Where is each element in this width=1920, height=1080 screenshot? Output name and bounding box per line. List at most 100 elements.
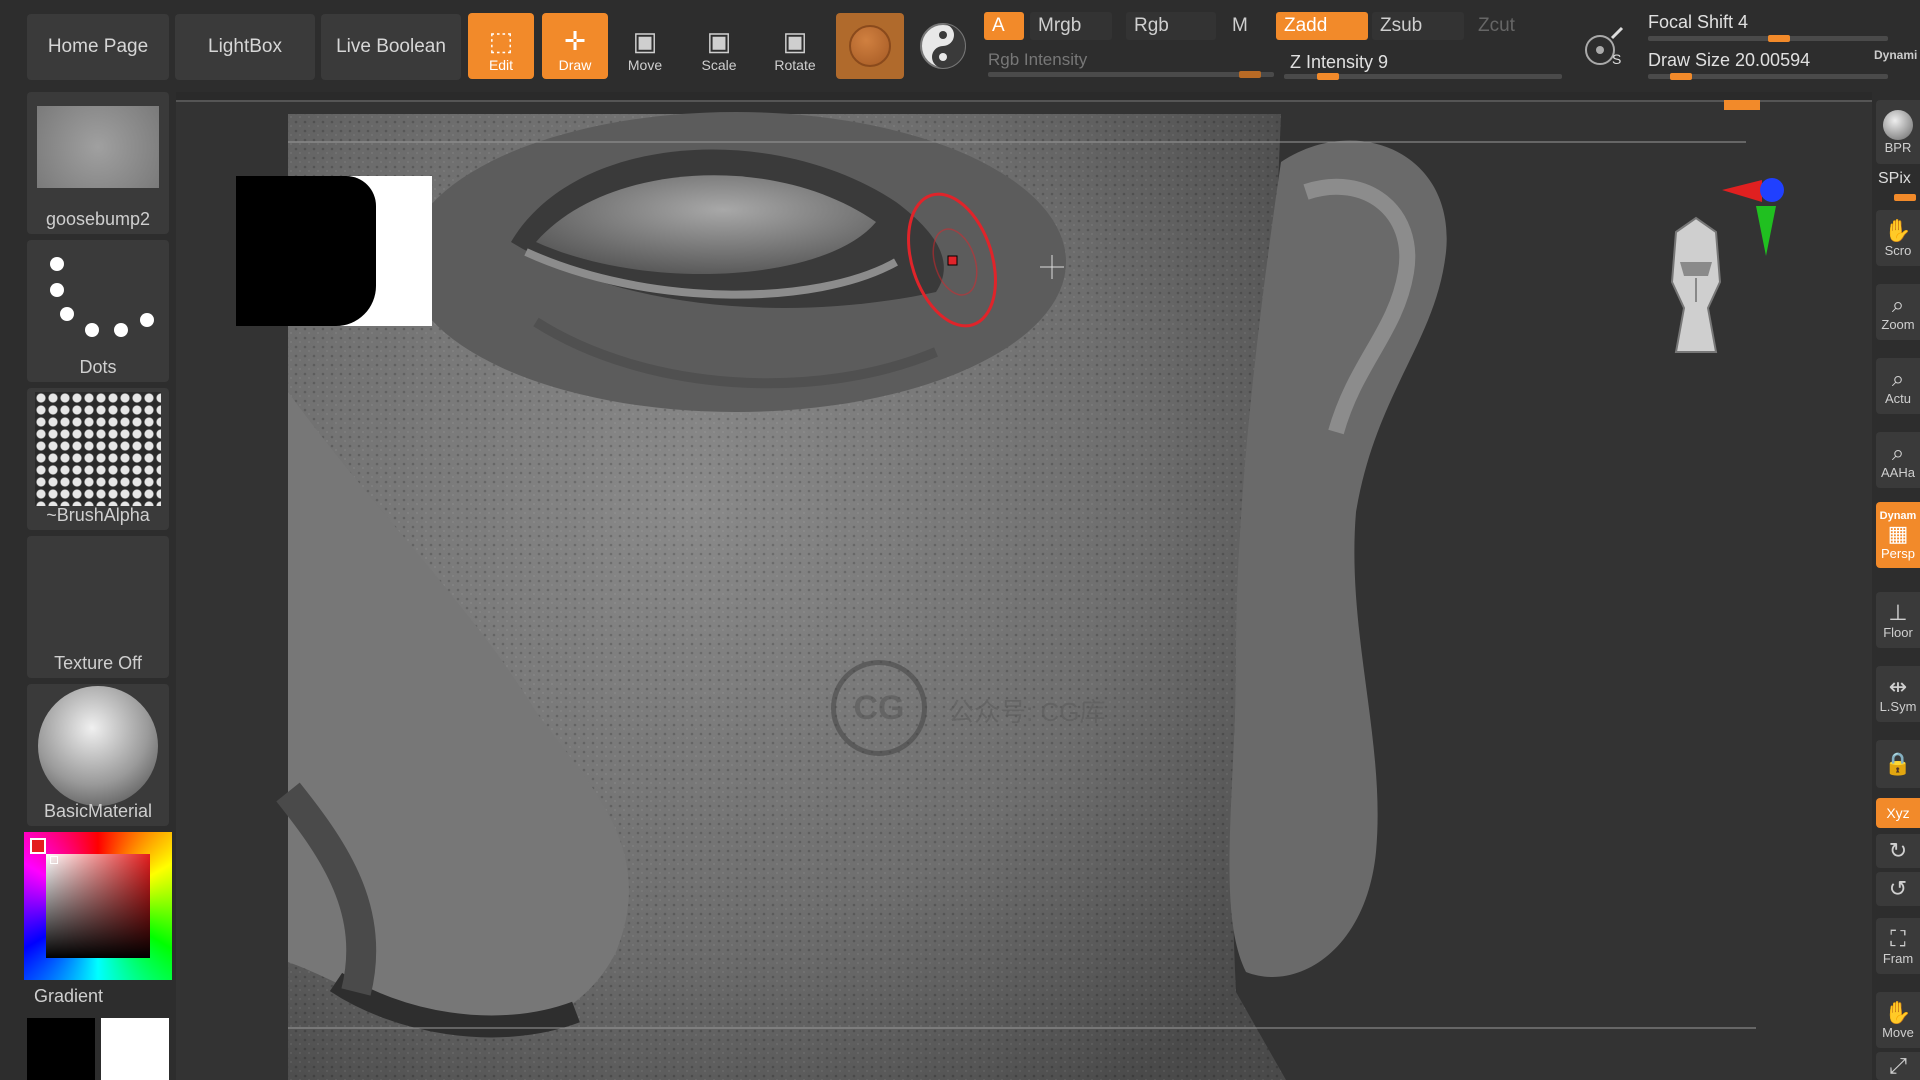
live-boolean-label: Live Boolean <box>336 36 446 57</box>
texture-selector[interactable]: Texture Off <box>27 536 169 678</box>
color-hue-marker <box>30 838 46 854</box>
sculpt-mode-button[interactable] <box>910 13 976 79</box>
home-page-label: Home Page <box>47 36 149 57</box>
z-rotate-button[interactable]: ↺ <box>1876 872 1920 906</box>
mrgb-toggle[interactable]: Mrgb <box>1030 12 1112 40</box>
perspective-grid-icon: ▦ <box>1887 520 1909 546</box>
secondary-color-swatch[interactable] <box>27 1018 95 1080</box>
aahalf-label: AAHa <box>1881 464 1915 480</box>
zsub-label: Zsub <box>1380 15 1423 36</box>
focal-shift-slider[interactable]: Focal Shift 4 <box>1648 8 1888 44</box>
y-rotate-button[interactable]: ↻ <box>1876 834 1920 868</box>
local-symmetry-button[interactable]: ⇹ L.Sym <box>1876 666 1920 722</box>
move-button[interactable]: ▣ Move <box>612 13 678 79</box>
gyro-lock-button[interactable]: 🔒 <box>1876 740 1920 788</box>
bpr-button[interactable]: BPR <box>1876 100 1920 164</box>
draw-size-knob[interactable] <box>1670 73 1692 80</box>
perspective-button[interactable]: Dynam ▦ Persp <box>1876 502 1920 568</box>
live-boolean-button[interactable]: Live Boolean <box>321 14 461 80</box>
m-toggle[interactable]: M <box>1224 12 1264 40</box>
color-field[interactable] <box>46 854 150 958</box>
floor-button[interactable]: ⊥ Floor <box>1876 592 1920 648</box>
mrgb-label: Mrgb <box>1038 15 1082 36</box>
color-picker[interactable] <box>24 832 172 980</box>
zoom-label: Zoom <box>1881 316 1915 332</box>
frame-button[interactable]: ⛶ Fram <box>1876 918 1920 974</box>
rotate-button[interactable]: ▣ Rotate <box>762 13 828 79</box>
edit-button[interactable]: ⬚ Edit <box>468 13 534 79</box>
lsym-label: L.Sym <box>1879 698 1917 714</box>
brush-selector[interactable]: goosebump2 <box>27 92 169 234</box>
brush-center-point <box>947 255 958 266</box>
scale-view-button[interactable]: ⤢ <box>1876 1052 1920 1080</box>
alpha-selector[interactable]: ~BrushAlpha <box>27 388 169 530</box>
alpha-preview-black <box>236 176 376 326</box>
material-selector[interactable]: BasicMaterial <box>27 684 169 826</box>
zadd-toggle[interactable]: Zadd <box>1276 12 1368 40</box>
z-intensity-label: Z Intensity 9 <box>1290 52 1389 72</box>
dynamic-persp-label: Dynam <box>1879 509 1917 522</box>
draw-button[interactable]: ✛ Draw <box>542 13 608 79</box>
alpha-preview <box>236 176 432 326</box>
rotate-label: Rotate <box>774 57 816 73</box>
magnifier-aahalf-icon: ⌕ <box>1891 439 1905 465</box>
material-label: BasicMaterial <box>43 801 153 821</box>
home-page-button[interactable]: Home Page <box>27 14 169 80</box>
lock-icon: 🔒 <box>1884 751 1912 776</box>
z-intensity-knob[interactable] <box>1317 73 1339 80</box>
rgb-intensity-track <box>988 72 1274 77</box>
frame-icon: ⛶ <box>1890 925 1906 951</box>
rgb-intensity-slider[interactable]: Rgb Intensity <box>988 48 1274 78</box>
move-hand-icon: ✋ <box>1884 999 1912 1025</box>
rotate-y-icon: ↻ <box>1888 838 1908 863</box>
zadd-label: Zadd <box>1284 15 1328 36</box>
rgb-intensity-label: Rgb Intensity <box>988 50 1088 69</box>
focal-shift-knob[interactable] <box>1768 35 1790 42</box>
draw-label: Draw <box>558 57 592 73</box>
move-view-button[interactable]: ✋ Move <box>1876 992 1920 1048</box>
stroke-selector[interactable]: Dots <box>27 240 169 382</box>
zcut-toggle[interactable]: Zcut <box>1470 12 1550 40</box>
xyz-label: Xyz <box>1886 805 1910 821</box>
zsub-toggle[interactable]: Zsub <box>1372 12 1464 40</box>
lazy-mouse-button[interactable]: S <box>1580 22 1630 72</box>
floor-grid-icon: ⊥ <box>1888 599 1908 625</box>
move-icon: ▣ <box>632 26 658 56</box>
spix-slider[interactable]: SPix <box>1878 170 1920 201</box>
axis-gizmo[interactable] <box>1720 172 1810 262</box>
draw-size-label: Draw Size 20.00594 <box>1648 50 1811 70</box>
dynamic-label[interactable]: Dynami <box>1874 48 1917 62</box>
draw-size-slider[interactable]: Draw Size 20.00594 <box>1648 46 1888 82</box>
scale-view-icon: ⤢ <box>1889 1053 1907 1078</box>
watermark-logo: CG <box>831 660 927 756</box>
alpha-label: ~BrushAlpha <box>46 505 150 525</box>
rotate-z-icon: ↺ <box>1888 876 1908 901</box>
actual-size-button[interactable]: ⌕ Actu <box>1876 358 1920 414</box>
bpr-label: BPR <box>1884 139 1912 155</box>
z-intensity-slider[interactable]: Z Intensity 9 <box>1284 48 1562 80</box>
lightbox-label: LightBox <box>208 36 282 57</box>
viewport-canvas[interactable]: CG 公众号: CG库 <box>176 92 1872 1080</box>
brush-alpha-thumb <box>35 392 161 506</box>
xyz-rotate-button[interactable]: Xyz <box>1876 798 1920 828</box>
basic-material-sphere <box>38 686 158 806</box>
rgb-toggle[interactable]: Rgb <box>1126 12 1216 40</box>
y-axis-arrow <box>1756 206 1776 256</box>
spix-knob[interactable] <box>1894 194 1916 201</box>
lightbox-button[interactable]: LightBox <box>175 14 315 80</box>
a-toggle[interactable]: A <box>984 12 1024 40</box>
scroll-button[interactable]: ✋ Scro <box>1876 210 1920 266</box>
zcut-label: Zcut <box>1478 15 1515 36</box>
zoom-button[interactable]: ⌕ Zoom <box>1876 284 1920 340</box>
magnifier-actual-icon: ⌕ <box>1891 365 1905 391</box>
scale-button[interactable]: ▣ Scale <box>686 13 752 79</box>
rgb-intensity-knob[interactable] <box>1239 71 1261 78</box>
main-color-swatch[interactable] <box>101 1018 169 1080</box>
aahalf-button[interactable]: ⌕ AAHa <box>1876 432 1920 488</box>
floor-label: Floor <box>1883 624 1913 640</box>
persp-label: Persp <box>1881 545 1915 561</box>
bpr-sphere-icon <box>1883 109 1913 140</box>
symmetry-arrows-icon: ⇹ <box>1888 673 1908 699</box>
material-swatch-button[interactable] <box>836 13 904 79</box>
yin-yang-icon <box>920 23 966 69</box>
